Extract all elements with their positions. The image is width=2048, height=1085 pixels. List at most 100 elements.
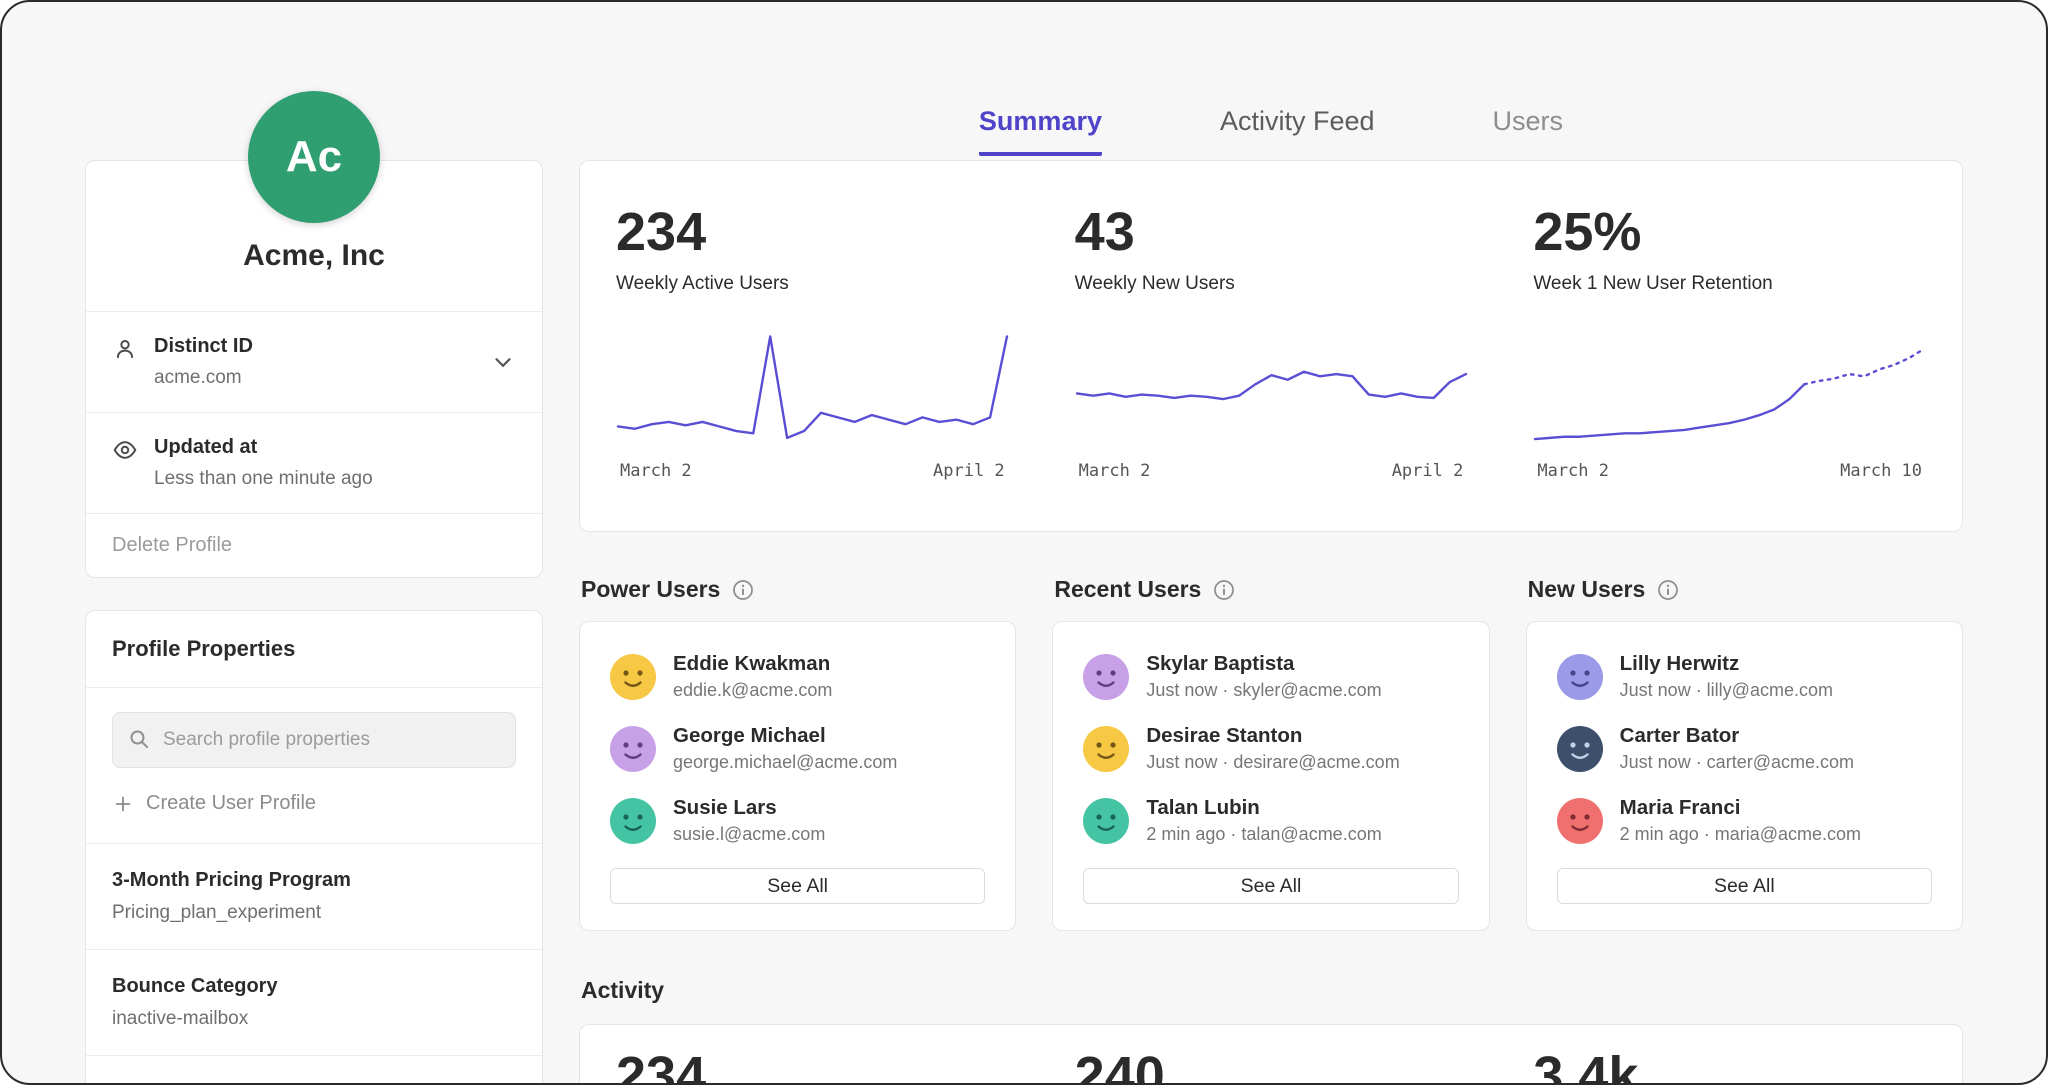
create-user-profile-label: Create User Profile [146, 792, 316, 815]
info-icon[interactable] [1213, 579, 1235, 601]
distinct-id-value: acme.com [154, 367, 253, 389]
updated-at-row: Updated at Less than one minute ago [86, 413, 542, 514]
user-meta: 2 min ago · talan@acme.com [1146, 824, 1381, 845]
updated-at-value: Less than one minute ago [154, 468, 373, 490]
user-name: Desirae Stanton [1146, 724, 1399, 748]
user-name: Skylar Baptista [1146, 652, 1381, 676]
user-lists-row: Power Users Eddie Kwakman eddi [579, 576, 1963, 931]
axis-label-right: April 2 [933, 461, 1005, 481]
user-text: Lilly Herwitz Just now · lilly@acme.com [1620, 652, 1833, 701]
search-input[interactable] [112, 712, 516, 768]
chart-axis: March 2 April 2 [616, 461, 1009, 481]
user-text: Desirae Stanton Just now · desirare@acme… [1146, 724, 1399, 773]
updated-at-text: Updated at Less than one minute ago [154, 436, 373, 490]
property-name: Bounce Category [112, 975, 516, 998]
search-icon [127, 727, 151, 751]
stat-value: 240 [1075, 1049, 1468, 1085]
user-list-item[interactable]: Lilly Herwitz Just now · lilly@acme.com [1557, 652, 1932, 701]
user-name: Maria Franci [1620, 796, 1861, 820]
stat-label: Week 1 New User Retention [1533, 273, 1926, 295]
user-text: Maria Franci 2 min ago · maria@acme.com [1620, 796, 1861, 845]
eye-icon [112, 437, 138, 463]
app-window: Ac Acme, Inc Distinct ID acme.com [0, 0, 2048, 1085]
see-all-button[interactable]: See All [1083, 868, 1458, 904]
user-avatar-face-icon [1083, 654, 1129, 700]
summary-stats-card: 234 Weekly Active Users March 2 April 2 … [579, 160, 1963, 532]
power-users-column: Power Users Eddie Kwakman eddi [579, 576, 1016, 931]
user-avatar-face-icon [1557, 726, 1603, 772]
user-meta: susie.l@acme.com [673, 824, 825, 845]
list-title: Power Users [581, 576, 720, 603]
user-meta: george.michael@acme.com [673, 752, 897, 773]
info-icon[interactable] [732, 579, 754, 601]
user-list-item[interactable]: Carter Bator Just now · carter@acme.com [1557, 724, 1932, 773]
new-users-column: New Users Lilly Herwitz Just n [1526, 576, 1963, 931]
user-list-item[interactable]: Susie Lars susie.l@acme.com [610, 796, 985, 845]
main-content: Summary Activity Feed Users 234 Weekly A… [579, 2, 1963, 1085]
tab-bar: Summary Activity Feed Users [579, 106, 1963, 156]
company-avatar: Ac [248, 91, 380, 223]
property-row: Browser Chrome [86, 1056, 542, 1085]
user-name: Susie Lars [673, 796, 825, 820]
stat-value: 234 [616, 205, 1009, 259]
tab-activity-feed[interactable]: Activity Feed [1220, 106, 1375, 156]
user-text: Carter Bator Just now · carter@acme.com [1620, 724, 1854, 773]
user-list-item[interactable]: Maria Franci 2 min ago · maria@acme.com [1557, 796, 1932, 845]
see-all-button[interactable]: See All [1557, 868, 1932, 904]
company-name: Acme, Inc [106, 239, 522, 273]
chart-axis: March 2 March 10 [1533, 461, 1926, 481]
user-list-item[interactable]: Talan Lubin 2 min ago · talan@acme.com [1083, 796, 1458, 845]
activity-stat: 234 [616, 1049, 1009, 1085]
axis-label-left: March 2 [620, 461, 692, 481]
user-list-item[interactable]: George Michael george.michael@acme.com [610, 724, 985, 773]
profile-properties-tools: Create User Profile [86, 688, 542, 844]
stat-value: 43 [1075, 205, 1468, 259]
stat-weekly-active-users: 234 Weekly Active Users March 2 April 2 [616, 205, 1009, 501]
user-avatar-face-icon [1557, 798, 1603, 844]
sparkline-chart [616, 331, 1009, 449]
user-name: Talan Lubin [1146, 796, 1381, 820]
stat-label: Weekly Active Users [616, 273, 1009, 295]
profile-properties-card: Profile Properties Create User Profile [85, 610, 543, 1085]
person-icon [112, 336, 138, 362]
list-title: New Users [1528, 576, 1646, 603]
search-wrap [112, 712, 516, 768]
stat-week1-retention: 25% Week 1 New User Retention March 2 Ma… [1533, 205, 1926, 501]
user-avatar-face-icon [610, 654, 656, 700]
user-name: Eddie Kwakman [673, 652, 832, 676]
new-users-card: Lilly Herwitz Just now · lilly@acme.com … [1526, 621, 1963, 931]
property-row: Bounce Category inactive-mailbox [86, 950, 542, 1056]
property-name: Browser [112, 1081, 516, 1085]
activity-section-title: Activity [581, 977, 1963, 1004]
recent-users-card: Skylar Baptista Just now · skyler@acme.c… [1052, 621, 1489, 931]
chevron-down-icon[interactable] [490, 349, 516, 375]
user-avatar-face-icon [1557, 654, 1603, 700]
sparkline-chart [1533, 331, 1926, 449]
user-list-item[interactable]: Desirae Stanton Just now · desirare@acme… [1083, 724, 1458, 773]
user-text: Skylar Baptista Just now · skyler@acme.c… [1146, 652, 1381, 701]
create-user-profile-button[interactable]: Create User Profile [112, 792, 516, 815]
user-name: George Michael [673, 724, 897, 748]
info-icon[interactable] [1657, 579, 1679, 601]
user-avatar-face-icon [1083, 798, 1129, 844]
axis-label-right: March 10 [1840, 461, 1922, 481]
user-text: Eddie Kwakman eddie.k@acme.com [673, 652, 832, 701]
axis-label-left: March 2 [1079, 461, 1151, 481]
user-meta: Just now · carter@acme.com [1620, 752, 1854, 773]
user-list-item[interactable]: Skylar Baptista Just now · skyler@acme.c… [1083, 652, 1458, 701]
activity-card: 234 240 3.4k [579, 1024, 1963, 1085]
user-avatar-face-icon [610, 726, 656, 772]
property-value: inactive-mailbox [112, 1008, 516, 1030]
tab-summary[interactable]: Summary [979, 106, 1102, 156]
stat-value: 25% [1533, 205, 1926, 259]
tab-users[interactable]: Users [1493, 106, 1564, 156]
list-heading: Power Users [581, 576, 1016, 603]
user-name: Carter Bator [1620, 724, 1854, 748]
see-all-button[interactable]: See All [610, 868, 985, 904]
delete-profile-button[interactable]: Delete Profile [86, 514, 542, 577]
user-text: Susie Lars susie.l@acme.com [673, 796, 825, 845]
axis-label-right: April 2 [1392, 461, 1464, 481]
user-avatar-face-icon [1083, 726, 1129, 772]
updated-at-label: Updated at [154, 436, 373, 459]
user-list-item[interactable]: Eddie Kwakman eddie.k@acme.com [610, 652, 985, 701]
